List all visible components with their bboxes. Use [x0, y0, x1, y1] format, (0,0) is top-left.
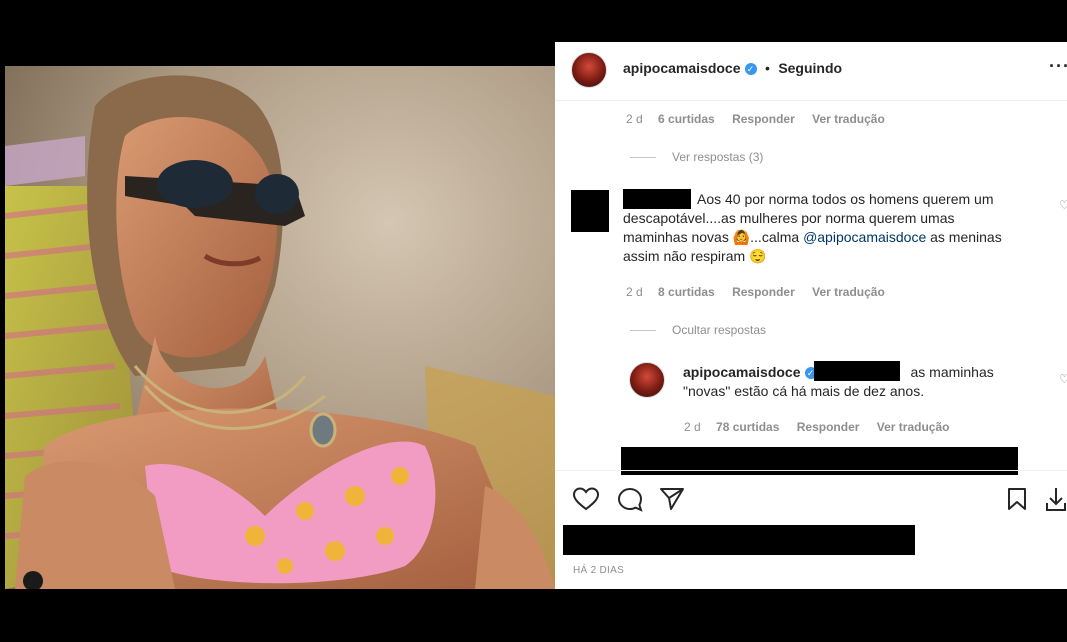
download-icon[interactable] — [1045, 487, 1067, 513]
divider — [630, 157, 656, 159]
hide-replies-toggle[interactable]: Ocultar respostas — [630, 323, 766, 337]
author-avatar[interactable] — [571, 52, 607, 88]
comment-line-4: assim não respiram 😌 — [623, 247, 1043, 266]
gesture-emoji-icon: 🙆 — [732, 229, 751, 245]
comment-line-1: Aos 40 por norma todos os homens querem … — [697, 191, 994, 207]
comment-meta-main: 2 d 8 curtidas Responder Ver tradução — [626, 285, 885, 299]
reply-avatar[interactable] — [629, 362, 665, 398]
relieved-emoji-icon: 😌 — [749, 248, 767, 264]
comment-time: 2 d — [626, 112, 643, 126]
comment-bubble-icon[interactable] — [617, 487, 643, 513]
more-options-icon[interactable]: ··· — [1049, 56, 1067, 77]
post-header: apipocamaisdoce✓ • Seguindo ··· — [555, 42, 1067, 101]
redacted-likes — [563, 525, 915, 555]
comment-likes[interactable]: 78 curtidas — [716, 420, 779, 434]
comment-text-segment: maminhas novas — [623, 229, 733, 245]
reply-button[interactable]: Responder — [732, 112, 795, 126]
follow-button[interactable]: Seguindo — [778, 60, 842, 76]
mention-link[interactable]: @apipocamaisdoce — [803, 229, 926, 245]
reply-line-2: "novas" estão cá há mais de dez anos. — [683, 383, 925, 399]
comment-line-3: maminhas novas 🙆...calma @apipocamaisdoc… — [623, 228, 1043, 247]
like-reply-icon[interactable]: ♡ — [1059, 372, 1067, 386]
reply-button[interactable]: Responder — [797, 420, 860, 434]
comment-meta-reply: 2 d 78 curtidas Responder Ver tradução — [684, 420, 949, 434]
hide-replies-label: Ocultar respostas — [672, 323, 767, 337]
comment-time: 2 d — [626, 285, 643, 299]
share-send-icon[interactable] — [659, 487, 685, 511]
reply-button[interactable]: Responder — [732, 285, 795, 299]
comment-likes[interactable]: 6 curtidas — [658, 112, 715, 126]
post-photo-illustration — [5, 66, 555, 589]
redacted-mention — [814, 361, 900, 381]
divider — [630, 330, 656, 332]
comment-time: 2 d — [684, 420, 701, 434]
comment-text-segment: as meninas — [926, 229, 1002, 245]
translate-button[interactable]: Ver tradução — [812, 285, 885, 299]
post-actions: HÁ 2 DIAS — [555, 470, 1067, 589]
verified-badge-icon: ✓ — [744, 62, 757, 75]
like-comment-icon[interactable]: ♡ — [1059, 198, 1067, 212]
view-replies-toggle[interactable]: Ver respostas (3) — [630, 150, 763, 164]
comment-text-segment: ...calma — [750, 229, 804, 245]
reply-username[interactable]: apipocamaisdoce — [683, 364, 801, 380]
bookmark-icon[interactable] — [1007, 487, 1027, 511]
comment-likes[interactable]: 8 curtidas — [658, 285, 715, 299]
comment-body-main: Aos 40 por norma todos os homens querem … — [623, 190, 1043, 266]
reply-text-segment: as maminhas — [910, 364, 994, 380]
comment-text-segment: assim não respiram — [623, 248, 750, 264]
view-replies-label: Ver respostas (3) — [672, 150, 764, 164]
like-heart-icon[interactable] — [573, 487, 599, 511]
comment-meta-prev: 2 d 6 curtidas Responder Ver tradução — [626, 112, 885, 126]
dot-separator: • — [764, 60, 770, 76]
comment-line-2: descapotável....as mulheres por norma qu… — [623, 210, 955, 226]
post-photo[interactable] — [5, 66, 555, 589]
post-date: HÁ 2 DIAS — [573, 565, 625, 576]
translate-button[interactable]: Ver tradução — [877, 420, 950, 434]
post-sidebar: apipocamaisdoce✓ • Seguindo ··· 2 d 6 cu… — [555, 42, 1067, 589]
author-row: apipocamaisdoce ✓ • Seguindo — [623, 60, 842, 78]
redacted-avatar — [571, 190, 609, 232]
author-username[interactable]: apipocamaisdoce — [623, 60, 741, 76]
translate-button[interactable]: Ver tradução — [812, 112, 885, 126]
